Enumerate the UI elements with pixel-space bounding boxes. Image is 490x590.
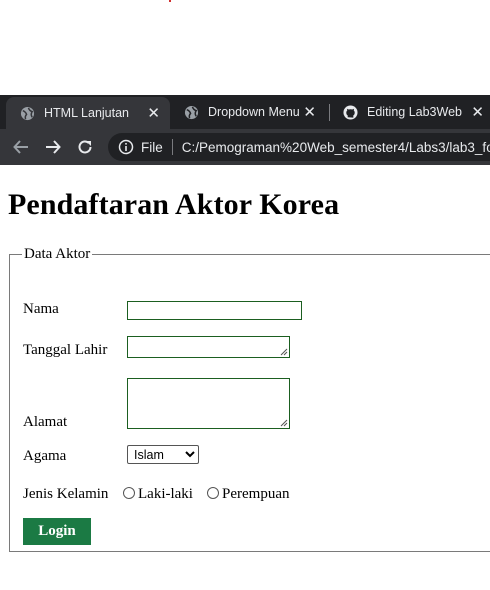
globe-icon <box>184 105 199 119</box>
close-tab-icon[interactable]: ✕ <box>147 104 160 122</box>
close-tab-icon[interactable]: ✕ <box>471 103 484 121</box>
url-text[interactable]: C:/Pemograman%20Web_semester4/Labs3/lab3… <box>182 140 490 155</box>
perempuan-label: Perempuan <box>222 486 290 502</box>
alamat-label: Alamat <box>23 414 68 430</box>
github-icon <box>343 104 358 120</box>
top-blank-area <box>0 0 490 95</box>
login-button[interactable]: Login <box>23 518 91 545</box>
address-bar[interactable]: File C:/Pemograman%20Web_semester4/Labs3… <box>108 133 490 161</box>
browser-toolbar: File C:/Pemograman%20Web_semester4/Labs3… <box>0 129 490 165</box>
tanggal-lahir-label: Tanggal Lahir <box>23 342 108 358</box>
agama-label: Agama <box>23 448 67 464</box>
agama-select[interactable]: Islam <box>127 445 199 464</box>
globe-icon <box>20 106 35 120</box>
tab-editing-readme[interactable]: Editing Lab3Web/README.md ✕ <box>332 95 490 129</box>
page-title: Pendaftaran Aktor Korea <box>8 188 340 221</box>
resize-grip-icon[interactable] <box>280 348 288 356</box>
dot-artifact <box>169 0 171 2</box>
scheme-label: File <box>141 139 163 155</box>
jenis-kelamin-label: Jenis Kelamin <box>23 486 109 502</box>
laki-laki-label: Laki-laki <box>138 486 193 502</box>
radio-laki-laki[interactable] <box>123 487 135 499</box>
data-aktor-fieldset: Data Aktor Nama Tanggal Lahir Alamat Aga… <box>9 246 490 552</box>
nama-label: Nama <box>23 301 59 317</box>
tab-label: HTML Lanjutan <box>44 106 129 120</box>
resize-grip-icon[interactable] <box>280 419 288 427</box>
fieldset-legend: Data Aktor <box>24 246 91 262</box>
tab-label: Dropdown Menu <box>208 105 300 119</box>
page-content: Pendaftaran Aktor Korea Data Aktor Nama … <box>0 165 490 590</box>
tab-dropdown-menu[interactable]: Dropdown Menu ✕ <box>170 95 330 129</box>
alamat-textarea[interactable] <box>127 378 290 429</box>
address-separator <box>171 139 173 155</box>
tab-separator <box>329 104 330 121</box>
tab-html-lanjutan[interactable]: HTML Lanjutan ✕ <box>6 97 170 129</box>
nama-input[interactable] <box>127 301 302 320</box>
reload-icon[interactable] <box>75 137 95 157</box>
forward-arrow-icon[interactable] <box>43 137 63 157</box>
radio-perempuan[interactable] <box>207 487 219 499</box>
tab-label: Editing Lab3Web/README.md <box>367 105 462 119</box>
close-tab-icon[interactable]: ✕ <box>303 103 316 121</box>
tab-strip: HTML Lanjutan ✕ Dropdown Menu ✕ Editing … <box>0 95 490 129</box>
info-icon[interactable] <box>118 139 134 155</box>
tanggal-lahir-input[interactable] <box>127 336 290 358</box>
back-arrow-icon[interactable] <box>11 137 31 157</box>
